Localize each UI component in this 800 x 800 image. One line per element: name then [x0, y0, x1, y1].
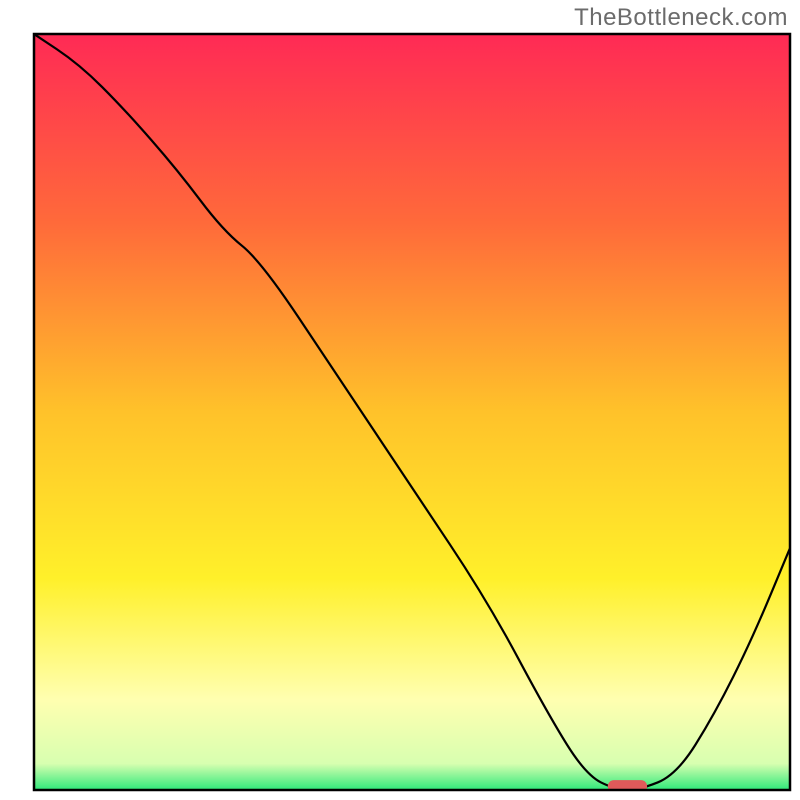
gradient-background	[34, 34, 790, 790]
chart-svg	[0, 0, 800, 800]
bottleneck-chart: TheBottleneck.com	[0, 0, 800, 800]
